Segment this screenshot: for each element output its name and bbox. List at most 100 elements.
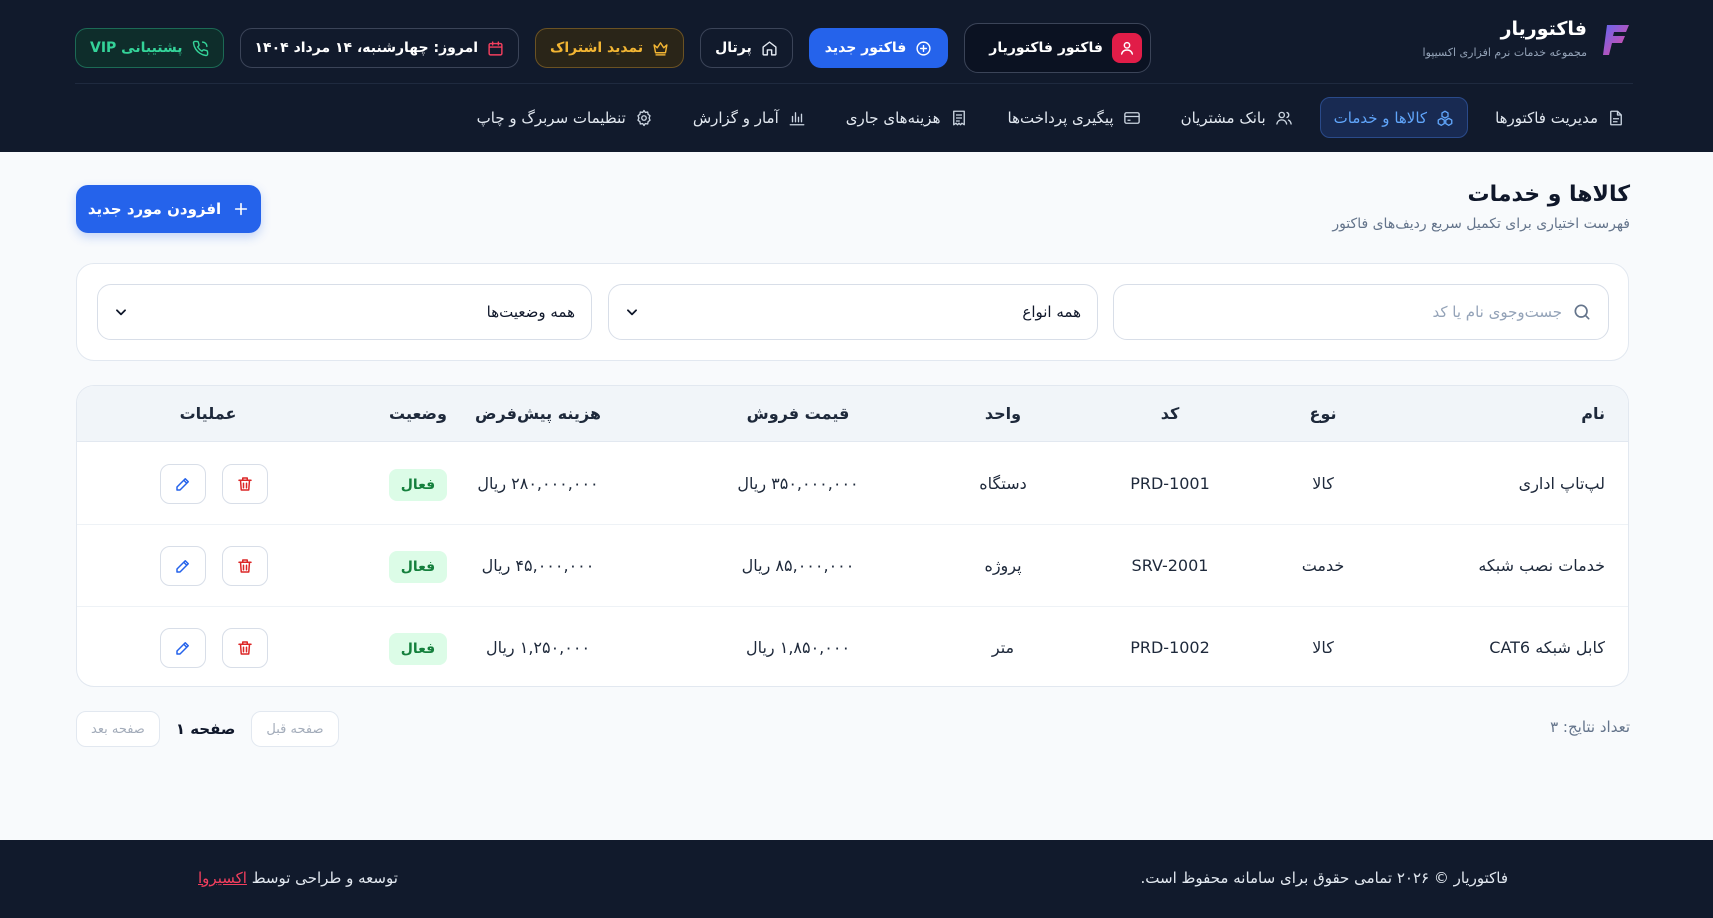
status-badge: فعال <box>388 550 448 583</box>
nav-label: کالاها و خدمات <box>1333 108 1428 127</box>
page-heading: کالاها و خدمات فهرست اختیاری برای تکمیل … <box>1332 180 1630 232</box>
trash-icon <box>238 559 252 573</box>
brand-subtitle: مجموعه خدمات نرم افزاری اکسیپوا <box>1422 46 1587 59</box>
cell-name: لپ‌تاپ اداری <box>1518 474 1605 493</box>
delete-button[interactable] <box>222 628 268 668</box>
chevron-down-icon <box>627 309 637 316</box>
column-header-type[interactable]: نوع <box>1268 386 1378 442</box>
cell-code: PRD-1001 <box>1130 474 1210 493</box>
next-page-button[interactable]: صفحه بعد <box>76 711 160 747</box>
home-icon <box>762 40 777 56</box>
filters-panel: همه انواع همه وضعیت‌ها <box>76 263 1629 361</box>
pencil-icon <box>176 478 189 491</box>
receipt-icon <box>952 110 965 125</box>
cell-price: ۳۵۰,۰۰۰,۰۰۰ ریال <box>737 474 859 493</box>
column-header-price[interactable]: قیمت فروش <box>698 386 898 442</box>
cell-status: فعال <box>358 607 478 686</box>
credit-link[interactable]: اکسیروا <box>198 869 247 887</box>
products-table: نام نوع کد واحد قیمت فروش هزینه پیش‌فرض … <box>76 385 1629 687</box>
brand[interactable]: فاکتوریار مجموعه خدمات نرم افزاری اکسیپو… <box>1423 16 1633 61</box>
nav-label: پیگیری پرداخت‌ها <box>1007 108 1114 127</box>
nav-label: هزینه‌های جاری <box>845 108 941 127</box>
nav-item-reports[interactable]: آمار و گزارش <box>680 97 819 138</box>
pagination: صفحه بعد صفحه ۱ صفحه قبل <box>76 711 339 747</box>
nav-item-payments[interactable]: پیگیری پرداخت‌ها <box>995 97 1154 138</box>
new-invoice-label: فاکتور جدید <box>824 40 907 56</box>
plus-circle-icon <box>916 40 931 56</box>
status-filter-value: همه وضعیت‌ها <box>486 303 575 321</box>
nav-label: تنظیمات سربرگ و چاپ <box>476 108 626 127</box>
renew-subscription-button[interactable]: تمدید اشتراک <box>535 28 685 68</box>
header-actions: پشتیبانی VIP امروز: چهارشنبه، ۱۴ مرداد ۱… <box>75 23 1151 73</box>
search-icon <box>1574 304 1590 320</box>
column-header-name[interactable]: نام <box>1405 386 1605 442</box>
nav-item-products[interactable]: کالاها و خدمات <box>1319 97 1469 138</box>
type-filter-select[interactable]: همه انواع <box>608 284 1098 340</box>
table-row[interactable]: لپ‌تاپ اداری کالا PRD-1001 دستگاه ۳۵۰,۰۰… <box>77 443 1628 525</box>
nav-label: مدیریت فاکتورها <box>1495 108 1598 127</box>
users-icon <box>1275 111 1292 125</box>
add-item-button[interactable]: افزودن مورد جدید <box>76 185 261 233</box>
cell-price: ۱,۸۵۰,۰۰۰ ریال <box>745 638 851 657</box>
status-badge: فعال <box>388 468 448 501</box>
nav-label: آمار و گزارش <box>692 108 779 127</box>
cell-code: PRD-1002 <box>1130 638 1210 657</box>
chevron-down-icon <box>116 309 126 316</box>
nav-item-expenses[interactable]: هزینه‌های جاری <box>833 97 981 138</box>
row-actions <box>160 464 268 504</box>
calendar-icon <box>488 40 503 56</box>
status-badge: فعال <box>388 632 448 665</box>
edit-button[interactable] <box>160 464 206 504</box>
cell-unit: متر <box>991 638 1015 657</box>
avatar <box>1111 33 1142 63</box>
delete-button[interactable] <box>222 546 268 586</box>
crown-icon <box>653 41 668 56</box>
new-invoice-button[interactable]: فاکتور جدید <box>808 28 949 68</box>
cell-status: فعال <box>358 525 478 607</box>
pencil-icon <box>176 560 189 573</box>
pencil-icon <box>176 642 189 655</box>
nav-item-settings[interactable]: تنظیمات سربرگ و چاپ <box>464 97 666 138</box>
column-header-unit[interactable]: واحد <box>928 386 1078 442</box>
results-count: تعداد نتایج: ۳ <box>1550 718 1630 736</box>
user-name: فاکتور فاکتوریار <box>989 40 1103 56</box>
edit-button[interactable] <box>160 628 206 668</box>
column-header-code[interactable]: کد <box>1100 386 1240 442</box>
boxes-icon <box>1437 110 1453 126</box>
cell-type: خدمت <box>1301 556 1345 575</box>
cell-type: کالا <box>1312 474 1334 493</box>
cell-code: SRV-2001 <box>1131 556 1209 575</box>
user-menu-button[interactable]: فاکتور فاکتوریار <box>964 23 1151 73</box>
nav-item-customers[interactable]: بانک مشتریان <box>1168 97 1306 138</box>
copyright-text: فاکتوریار © ۲۰۲۶ تمامی حقوق برای سامانه … <box>1140 869 1508 887</box>
table-header: نام نوع کد واحد قیمت فروش هزینه پیش‌فرض … <box>77 386 1628 442</box>
portal-button[interactable]: پرتال <box>700 28 793 68</box>
delete-button[interactable] <box>222 464 268 504</box>
nav-label: بانک مشتریان <box>1180 108 1266 127</box>
plus-icon <box>235 202 248 216</box>
status-filter-select[interactable]: همه وضعیت‌ها <box>97 284 592 340</box>
column-header-operations: عملیات <box>179 404 237 423</box>
prev-page-button[interactable]: صفحه قبل <box>251 711 339 747</box>
column-header-status[interactable]: وضعیت <box>358 386 478 442</box>
today-date-text: امروز: چهارشنبه، ۱۴ مرداد ۱۴۰۴ <box>254 40 479 56</box>
user-icon <box>1120 41 1134 55</box>
trash-icon <box>238 641 252 655</box>
phone-icon <box>192 40 208 56</box>
current-page: صفحه ۱ <box>175 720 236 738</box>
today-date-badge: امروز: چهارشنبه، ۱۴ مرداد ۱۴۰۴ <box>239 28 520 68</box>
edit-button[interactable] <box>160 546 206 586</box>
search-input[interactable] <box>1130 303 1562 321</box>
table-row[interactable]: خدمات نصب شبکه خدمت SRV-2001 پروژه ۸۵,۰۰… <box>77 525 1628 607</box>
table-row[interactable]: کابل شبکه CAT6 کالا PRD-1002 متر ۱,۸۵۰,۰… <box>77 607 1628 686</box>
bar-chart-icon <box>789 111 805 125</box>
footer: فاکتوریار © ۲۰۲۶ تمامی حقوق برای سامانه … <box>0 840 1713 918</box>
nav-item-invoices[interactable]: مدیریت فاکتورها <box>1482 97 1638 138</box>
trash-icon <box>238 477 252 491</box>
support-vip-button[interactable]: پشتیبانی VIP <box>75 28 224 68</box>
row-actions <box>160 546 268 586</box>
credit-prefix: توسعه و طراحی توسط <box>251 869 398 887</box>
search-box[interactable] <box>1113 284 1609 340</box>
renew-label: تمدید اشتراک <box>550 40 644 56</box>
app-logo-icon <box>1603 24 1629 55</box>
